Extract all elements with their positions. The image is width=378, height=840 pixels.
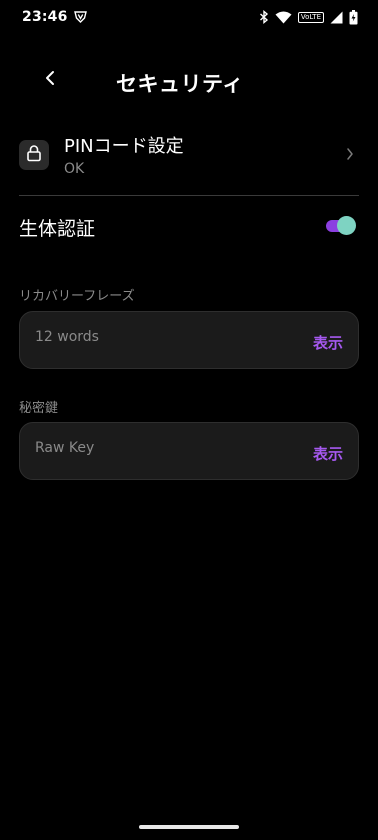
recovery-phrase-field: 12 words 表示 xyxy=(19,311,359,369)
biometric-row: 生体認証 xyxy=(0,208,378,244)
status-bar: 23:46 VoLTE xyxy=(0,0,378,34)
chevron-left-icon xyxy=(44,70,56,90)
status-left: 23:46 xyxy=(22,9,87,25)
secret-key-field: Raw Key 表示 xyxy=(19,422,359,480)
wifi-icon xyxy=(275,11,292,24)
secret-key-value: Raw Key xyxy=(35,440,95,456)
recovery-phrase-value: 12 words xyxy=(35,329,99,345)
status-right: VoLTE xyxy=(259,9,358,25)
biometric-label: 生体認証 xyxy=(19,218,96,240)
header: セキュリティ xyxy=(0,60,378,106)
lock-icon-container xyxy=(19,140,49,170)
show-secret-key-button[interactable]: 表示 xyxy=(313,443,343,464)
back-button[interactable] xyxy=(36,66,64,94)
pin-setting-label: PINコード設定 xyxy=(64,136,184,157)
volte-icon: VoLTE xyxy=(297,11,324,23)
bluetooth-icon xyxy=(259,10,269,24)
recovery-phrase-section-label: リカバリーフレーズ xyxy=(19,289,135,304)
battery-icon xyxy=(349,9,358,25)
page-title: セキュリティ xyxy=(116,72,244,96)
lock-icon xyxy=(25,144,43,166)
pin-setting-status: OK xyxy=(64,161,85,177)
pin-text: PINコード設定 OK xyxy=(64,132,184,177)
biometric-toggle[interactable] xyxy=(324,215,358,237)
divider xyxy=(19,195,359,196)
show-recovery-phrase-button[interactable]: 表示 xyxy=(313,332,343,353)
home-indicator[interactable] xyxy=(139,825,239,829)
chevron-right-icon xyxy=(346,146,354,165)
shield-v-icon xyxy=(73,11,87,23)
status-time: 23:46 xyxy=(22,9,68,25)
secret-key-section-label: 秘密鍵 xyxy=(19,401,59,416)
toggle-thumb xyxy=(337,216,356,235)
signal-icon xyxy=(330,11,343,24)
pin-setting-row[interactable]: PINコード設定 OK xyxy=(0,124,378,186)
